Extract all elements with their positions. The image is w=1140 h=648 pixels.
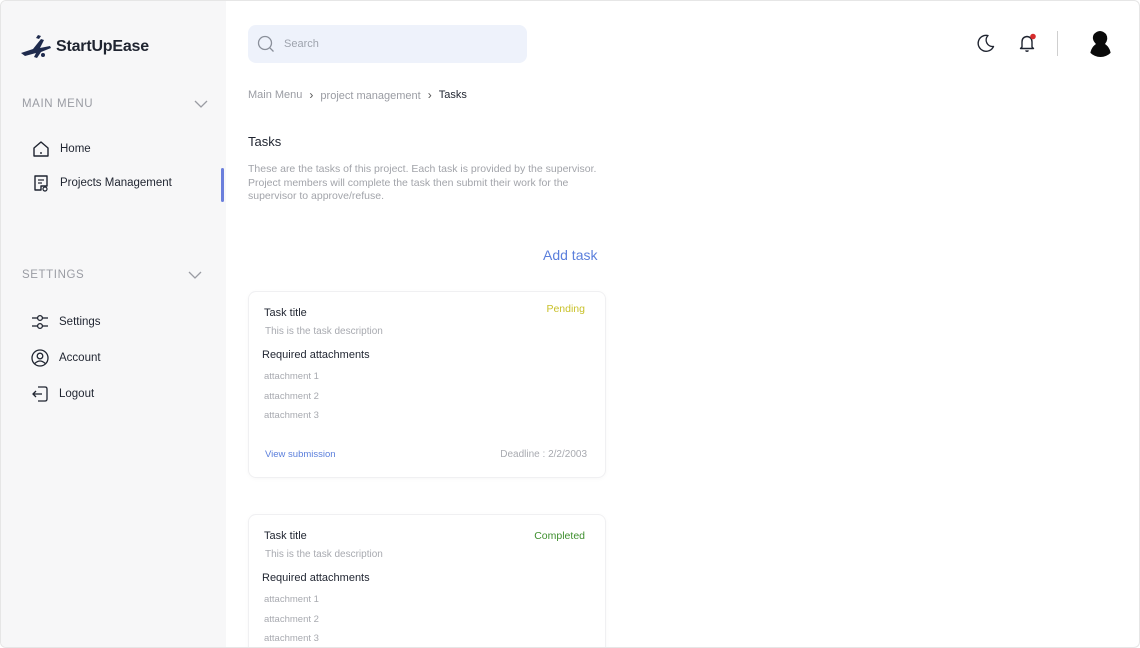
sidebar-item-label: Home [60,143,91,155]
search-bar[interactable] [248,25,527,63]
app-logo[interactable]: StartUpEase [19,33,149,61]
main-menu-label: MAIN MENU [22,98,94,110]
attachment-item: attachment 2 [264,614,319,625]
breadcrumb-main-menu[interactable]: Main Menu [248,89,302,101]
task-deadline: Deadline : 2/2/2003 [500,449,587,460]
active-indicator [221,168,224,202]
sidebar: StartUpEase MAIN MENU Home Projects Mana… [1,1,226,647]
status-badge: Pending [546,303,585,315]
chevron-down-icon[interactable] [188,270,202,280]
moon-icon [977,34,995,52]
breadcrumb-project-management[interactable]: project management [320,90,420,102]
required-attachments-label: Required attachments [262,572,370,584]
airplane-logo-icon [21,35,51,58]
view-submission-link[interactable]: View submission [265,449,336,460]
attachment-item: attachment 3 [264,633,319,644]
dark-mode-toggle[interactable] [976,33,996,58]
chevron-right-icon: › [309,88,314,102]
sidebar-item-account[interactable]: Account [30,348,101,368]
add-task-button[interactable]: Add task [543,247,597,263]
document-icon [34,175,48,192]
sliders-icon [32,314,48,330]
attachment-item: attachment 1 [264,371,319,382]
settings-header[interactable]: SETTINGS [22,269,202,281]
breadcrumb-current: Tasks [438,89,467,101]
chevron-right-icon: › [427,88,432,102]
search-icon [257,35,274,52]
app-window: StartUpEase MAIN MENU Home Projects Mana… [0,0,1140,648]
chevron-down-icon[interactable] [194,99,208,109]
logout-icon [32,386,48,402]
required-attachments-label: Required attachments [262,349,370,361]
task-title: Task title [264,530,307,542]
task-description: This is the task description [265,326,383,337]
sidebar-item-settings[interactable]: Settings [30,312,101,332]
user-avatar-icon [1086,28,1115,57]
page-title: Tasks [248,134,282,149]
app-name: StartUpEase [56,38,149,55]
bell-icon [1019,33,1036,52]
avatar[interactable] [1086,28,1115,57]
attachment-item: attachment 3 [264,410,319,421]
home-icon [33,141,49,157]
status-badge: Completed [534,530,585,542]
task-title: Task title [264,307,307,319]
attachment-item: attachment 1 [264,594,319,605]
settings-label: SETTINGS [22,269,85,281]
search-input[interactable] [284,38,504,50]
sidebar-item-label: Account [59,352,101,364]
notifications-button[interactable] [1017,32,1039,59]
breadcrumb: Main Menu › project management › Tasks [248,88,467,102]
page-description: These are the tasks of this project. Eac… [248,163,597,202]
main-menu-header[interactable]: MAIN MENU [22,98,208,110]
sidebar-item-logout[interactable]: Logout [30,384,94,404]
user-circle-icon [31,349,49,367]
sidebar-item-label: Projects Management [60,177,172,189]
sidebar-item-label: Settings [59,316,101,328]
sidebar-item-home[interactable]: Home [31,139,91,159]
sidebar-item-label: Logout [59,388,95,400]
attachment-item: attachment 2 [264,391,319,402]
task-card[interactable]: Task title Completed This is the task de… [248,514,606,647]
sidebar-item-projects-management[interactable]: Projects Management [31,173,172,193]
task-card[interactable]: Task title Pending This is the task desc… [248,291,606,478]
task-description: This is the task description [265,549,383,560]
header-divider [1057,31,1058,56]
